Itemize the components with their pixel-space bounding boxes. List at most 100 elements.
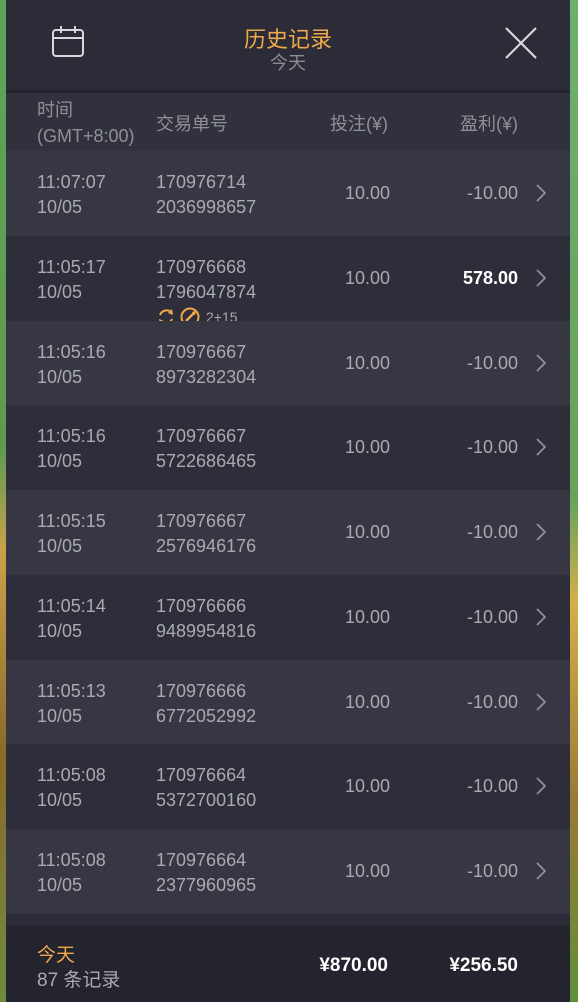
row-bet: 10.00 <box>344 522 390 542</box>
row-time-value: 11:05:14 <box>37 595 106 616</box>
summary-count: 87 条记录 <box>37 970 121 991</box>
chevron-right-icon <box>536 862 546 880</box>
column-profit: 盈利(¥) <box>460 114 518 134</box>
row-order-line2: 2036998657 <box>156 197 257 217</box>
row-time: 11:05:15 10/05 <box>37 509 106 559</box>
row-time-value: 11:05:15 <box>37 511 106 531</box>
row-time: 11:05:08 10/05 <box>37 763 106 813</box>
chevron-right-icon <box>536 269 546 287</box>
row-time-value: 11:05:16 <box>37 341 106 362</box>
row-order: 170976664 5372700160 <box>156 763 256 813</box>
summary-period: 今天 <box>37 945 76 966</box>
page-subtitle: 今天 <box>270 53 306 73</box>
row-bet: 10.00 <box>344 691 390 712</box>
history-list: 11:07:07 10/05 170976714 2036998657 10.00 -10… <box>6 151 570 914</box>
row-bet: 10.00 <box>344 861 390 881</box>
row-order-line1: 170976666 <box>156 595 247 616</box>
row-date-value: 10/05 <box>37 197 83 217</box>
row-order-line2: 2576946176 <box>156 536 257 556</box>
row-time: 11:07:07 10/05 <box>37 170 106 220</box>
row-order-line2: 5372700160 <box>156 790 257 811</box>
column-timezone-label: (GMT+8:00) <box>37 126 135 146</box>
row-date-value: 10/05 <box>37 451 83 472</box>
row-time-value: 11:05:13 <box>37 680 106 701</box>
chevron-right-icon <box>536 608 546 626</box>
row-order-line2: 6772052992 <box>156 705 257 726</box>
row-time-value: 11:05:16 <box>37 426 106 447</box>
row-order: 170976664 2377960965 <box>156 848 256 898</box>
column-time-label: 时间 <box>37 100 73 120</box>
row-date-value: 10/05 <box>37 790 83 811</box>
row-order-line1: 170976666 <box>156 680 247 701</box>
column-order: 交易单号 <box>156 114 228 134</box>
row-profit: -10.00 <box>466 183 518 203</box>
row-date-value: 10/05 <box>37 620 83 641</box>
row-time: 11:05:16 10/05 <box>37 424 106 474</box>
row-order-line1: 170976714 <box>156 172 247 192</box>
row-bet: 10.00 <box>344 776 390 797</box>
row-profit: -10.00 <box>466 861 518 881</box>
row-profit: -10.00 <box>466 606 518 627</box>
history-panel: 历史记录 今天 时间 (GMT+8:00) 交易单号 投注(¥) 盈利(¥) 1… <box>6 0 570 1002</box>
row-order: 170976667 5722686465 <box>156 424 256 474</box>
history-row[interactable]: 11:05:08 10/05 170976664 5372700160 10.00 -10… <box>6 744 570 829</box>
row-profit: -10.00 <box>466 352 518 373</box>
history-row[interactable]: 11:05:14 10/05 170976666 9489954816 10.00 -10… <box>6 574 570 660</box>
history-row[interactable]: 11:05:13 10/05 170976666 6772052992 10.00 -10… <box>6 659 570 745</box>
row-time: 11:05:16 10/05 <box>37 340 106 390</box>
row-order-line2: 2377960965 <box>156 875 257 895</box>
chevron-right-icon <box>536 523 546 541</box>
row-order: 170976666 6772052992 <box>156 679 256 729</box>
column-bet: 投注(¥) <box>330 114 388 134</box>
row-order-line2: 5722686465 <box>156 451 257 472</box>
history-row[interactable]: 11:05:15 10/05 170976667 2576946176 10.00 -10… <box>6 490 570 575</box>
row-order: 170976666 9489954816 <box>156 594 256 644</box>
row-order-line1: 170976667 <box>156 511 247 531</box>
row-time-value: 11:05:08 <box>37 850 106 870</box>
row-order-line1: 170976664 <box>156 850 247 870</box>
row-order-line2: 1796047874 <box>156 281 257 302</box>
row-date-value: 10/05 <box>37 705 83 726</box>
row-date-value: 10/05 <box>37 281 83 302</box>
summary-total-profit: ¥256.50 <box>449 955 518 976</box>
row-bet: 10.00 <box>344 606 390 627</box>
row-order: 170976714 2036998657 <box>156 170 256 220</box>
row-order-line1: 170976668 <box>156 256 247 277</box>
row-time: 11:05:08 10/05 <box>37 848 106 898</box>
row-bet: 10.00 <box>344 352 390 373</box>
column-header: 时间 (GMT+8:00) 交易单号 投注(¥) 盈利(¥) <box>6 93 570 151</box>
summary-total-bet: ¥870.00 <box>319 955 388 976</box>
row-time: 11:05:14 10/05 <box>37 594 106 644</box>
header: 历史记录 今天 <box>6 0 570 93</box>
row-order-line1: 170976664 <box>156 765 247 786</box>
chevron-right-icon <box>536 438 546 456</box>
column-time: 时间 (GMT+8:00) <box>37 97 135 149</box>
history-row[interactable]: 11:05:08 10/05 170976664 2377960965 10.00 -10… <box>6 829 570 914</box>
chevron-right-icon <box>536 692 546 711</box>
row-date-value: 10/05 <box>37 875 83 895</box>
history-row[interactable]: 11:05:16 10/05 170976667 8973282304 10.00 -10… <box>6 320 570 406</box>
row-bet: 10.00 <box>344 437 390 458</box>
row-order-line1: 170976667 <box>156 341 247 362</box>
row-order-line2: 9489954816 <box>156 620 257 641</box>
row-profit: -10.00 <box>466 691 518 712</box>
row-bet: 10.00 <box>344 183 390 203</box>
chevron-right-icon <box>536 777 546 795</box>
history-row[interactable]: 11:05:17 10/05 170976668 1796047874 10.00 578… <box>6 235 570 327</box>
row-time: 11:05:17 10/05 <box>37 255 106 305</box>
row-profit: 578.00 <box>462 267 518 288</box>
row-bet: 10.00 <box>344 267 390 288</box>
row-date-value: 10/05 <box>37 366 83 387</box>
summary-footer: 今天 87 条记录 ¥870.00 ¥256.50 <box>6 926 570 1002</box>
row-time-value: 11:05:17 <box>37 256 106 277</box>
row-order: 170976668 1796047874 <box>156 255 256 305</box>
row-time-value: 11:07:07 <box>37 172 106 192</box>
history-row[interactable]: 11:07:07 10/05 170976714 2036998657 10.00 -10… <box>6 151 570 236</box>
row-profit: -10.00 <box>466 522 518 542</box>
history-row[interactable]: 11:05:16 10/05 170976667 5722686465 10.00 -10… <box>6 405 570 490</box>
row-order-line1: 170976667 <box>156 426 247 447</box>
row-date-value: 10/05 <box>37 536 83 556</box>
close-icon[interactable] <box>502 24 540 62</box>
row-profit: -10.00 <box>466 437 518 458</box>
row-profit: -10.00 <box>466 776 518 797</box>
